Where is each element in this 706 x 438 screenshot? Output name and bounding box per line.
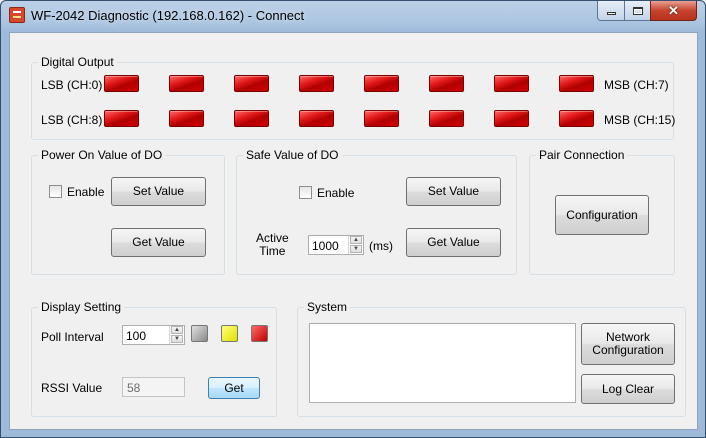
poll-interval-value: 100: [126, 329, 147, 343]
display-setting-title: Display Setting: [38, 300, 125, 314]
do-led-ch1[interactable]: [169, 75, 204, 92]
rssi-get-button[interactable]: Get: [208, 377, 260, 399]
do-row2-msb-label: MSB (CH:15): [604, 113, 676, 127]
close-button[interactable]: ✕: [650, 1, 697, 21]
do-row2-lsb-label: LSB (CH:8): [41, 113, 103, 127]
on-color-swatch[interactable]: [251, 325, 268, 342]
safe-value-get-value-button[interactable]: Get Value: [406, 228, 501, 257]
power-on-set-value-button[interactable]: Set Value: [111, 177, 206, 206]
do-led-ch14[interactable]: [494, 110, 529, 127]
power-on-title: Power On Value of DO: [38, 148, 166, 162]
close-icon: ✕: [668, 3, 679, 18]
do-led-ch9[interactable]: [169, 110, 204, 127]
do-led-ch12[interactable]: [364, 110, 399, 127]
app-icon[interactable]: [9, 7, 25, 23]
poll-interval-spinner[interactable]: 100 ▲ ▼: [122, 325, 185, 345]
digital-output-group: Digital Output: [31, 55, 674, 140]
do-led-ch13[interactable]: [429, 110, 464, 127]
do-led-ch0[interactable]: [104, 75, 139, 92]
window-title: WF-2042 Diagnostic (192.168.0.162) - Con…: [31, 8, 305, 23]
spin-up-icon[interactable]: ▲: [171, 326, 183, 334]
title-bar[interactable]: WF-2042 Diagnostic (192.168.0.162) - Con…: [1, 1, 705, 32]
poll-interval-label: Poll Interval: [41, 330, 104, 344]
do-led-ch10[interactable]: [234, 110, 269, 127]
maximize-icon: [632, 6, 643, 15]
spin-up-icon[interactable]: ▲: [350, 236, 362, 244]
do-led-ch15[interactable]: [559, 110, 594, 127]
do-led-ch8[interactable]: [104, 110, 139, 127]
power-on-enable-label: Enable: [67, 185, 105, 199]
active-time-unit: (ms): [369, 239, 393, 253]
power-on-group: Power On Value of DO: [31, 148, 225, 275]
minimize-icon: [606, 12, 616, 15]
safe-value-set-value-button[interactable]: Set Value: [406, 177, 501, 206]
network-configuration-button[interactable]: Network Configuration: [581, 323, 675, 365]
client-area: Digital Output LSB (CH:0) MSB (CH:7) LSB…: [9, 32, 698, 430]
safe-value-title: Safe Value of DO: [243, 148, 342, 162]
power-on-enable-checkbox[interactable]: [49, 185, 62, 198]
do-led-ch5[interactable]: [429, 75, 464, 92]
active-time-spinner[interactable]: 1000 ▲ ▼: [308, 235, 364, 255]
display-setting-group: Display Setting: [31, 300, 277, 417]
app-window: WF-2042 Diagnostic (192.168.0.162) - Con…: [0, 0, 706, 438]
do-led-ch7[interactable]: [559, 75, 594, 92]
do-row1-msb-label: MSB (CH:7): [604, 78, 669, 92]
digital-output-title: Digital Output: [38, 55, 117, 69]
active-time-value: 1000: [312, 239, 339, 253]
rssi-label: RSSI Value: [41, 381, 103, 395]
mid-color-swatch[interactable]: [221, 325, 238, 342]
do-led-ch2[interactable]: [234, 75, 269, 92]
log-clear-button[interactable]: Log Clear: [581, 374, 675, 404]
safe-value-enable-checkbox[interactable]: [299, 186, 312, 199]
maximize-button[interactable]: [624, 1, 651, 21]
minimize-button[interactable]: [597, 1, 625, 21]
system-log-area[interactable]: [309, 323, 576, 403]
active-time-label: Active Time: [256, 231, 289, 258]
pair-configuration-button[interactable]: Configuration: [555, 195, 649, 235]
poll-interval-arrows: ▲ ▼: [169, 326, 184, 344]
rssi-value-field: 58: [122, 377, 185, 397]
do-led-ch11[interactable]: [299, 110, 334, 127]
spin-down-icon[interactable]: ▼: [350, 245, 362, 253]
power-on-get-value-button[interactable]: Get Value: [111, 228, 206, 257]
pair-connection-title: Pair Connection: [536, 148, 628, 162]
do-row1-lsb-label: LSB (CH:0): [41, 78, 103, 92]
do-led-ch6[interactable]: [494, 75, 529, 92]
safe-value-enable-label: Enable: [317, 186, 355, 200]
do-led-ch4[interactable]: [364, 75, 399, 92]
off-color-swatch[interactable]: [191, 325, 208, 342]
do-led-ch3[interactable]: [299, 75, 334, 92]
active-time-arrows: ▲ ▼: [348, 236, 363, 254]
system-title: System: [304, 300, 351, 314]
spin-down-icon[interactable]: ▼: [171, 335, 183, 343]
